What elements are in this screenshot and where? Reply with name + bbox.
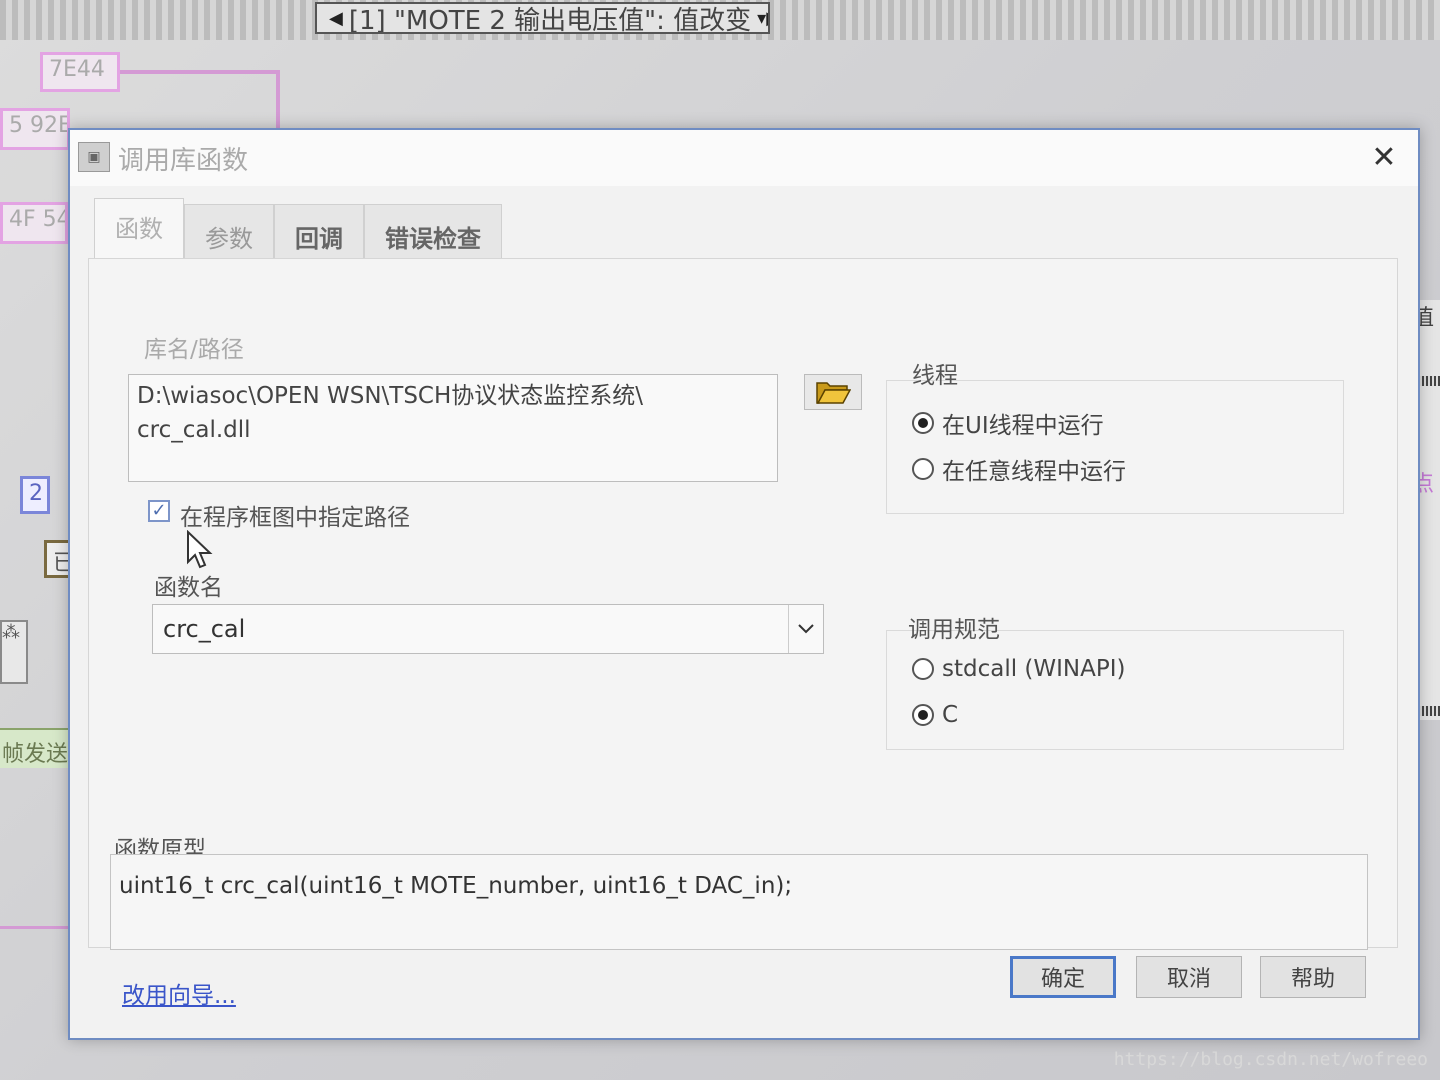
function-name-label: 函数名 (154, 575, 223, 601)
numeric-constant[interactable]: 5 92E (0, 108, 70, 150)
radio-label: 在任意线程中运行 (942, 459, 1126, 485)
tab-callbacks[interactable]: 回调 (274, 204, 364, 260)
tab-error-checking[interactable]: 错误检查 (364, 204, 502, 260)
mouse-pointer-icon (187, 530, 213, 569)
radio-button[interactable] (912, 458, 934, 480)
wire (276, 70, 280, 130)
titlebar: ▣ 调用库函数 ✕ (70, 130, 1418, 186)
close-button[interactable]: ✕ (1366, 140, 1402, 176)
radio-label: stdcall (WINAPI) (942, 656, 1126, 682)
constant-value: 2 (29, 481, 43, 506)
case-selector-label: [1] "MOTE 2 输出电压值": 值改变 (348, 5, 752, 34)
call-library-function-dialog: ▣ 调用库函数 ✕ 函数 参数 回调 错误检查 库名/路径 D:\wiasoc\… (68, 128, 1420, 1040)
calling-convention-group (886, 630, 1344, 750)
radio-label: 在UI线程中运行 (942, 413, 1104, 439)
library-path-line2: crc_cal.dll (137, 417, 251, 443)
dll-app-icon: ▣ (78, 142, 110, 172)
library-path-line1: D:\wiasoc\OPEN WSN\TSCH协议状态监控系统\ (137, 383, 644, 409)
library-path-field[interactable]: D:\wiasoc\OPEN WSN\TSCH协议状态监控系统\ crc_cal… (128, 374, 778, 482)
help-button[interactable]: 帮助 (1260, 956, 1366, 998)
calling-convention-title: 调用规范 (908, 617, 1000, 643)
browse-button[interactable] (804, 374, 862, 410)
chevron-down-icon[interactable] (788, 605, 823, 653)
library-path-label: 库名/路径 (144, 337, 244, 363)
tab-function[interactable]: 函数 (94, 198, 184, 260)
prototype-field: uint16_t crc_cal(uint16_t MOTE_number, u… (110, 854, 1368, 950)
wire (0, 926, 70, 929)
radio-label: C (942, 702, 959, 728)
radio-ui-thread[interactable]: 在UI线程中运行 (912, 406, 1104, 440)
ok-button[interactable]: 确定 (1010, 956, 1116, 998)
thread-group (886, 380, 1344, 514)
radio-button[interactable] (912, 412, 934, 434)
radio-button[interactable] (912, 704, 934, 726)
function-name-value: crc_cal (163, 615, 246, 643)
cancel-button[interactable]: 取消 (1136, 956, 1242, 998)
wire (120, 70, 280, 74)
frame-label-text: 帧发送 (2, 742, 69, 767)
prototype-text: uint16_t crc_cal(uint16_t MOTE_number, u… (119, 873, 793, 899)
tab-parameters[interactable]: 参数 (184, 204, 274, 260)
radio-any-thread[interactable]: 在任意线程中运行 (912, 452, 1126, 486)
dialog-title: 调用库函数 (118, 146, 249, 176)
numeric-constant[interactable]: 7E44 (40, 52, 120, 92)
use-wizard-link[interactable]: 改用向导... (122, 976, 236, 1010)
constant-value: 7E44 (49, 57, 105, 82)
tab-bar: 函数 参数 回调 错误检查 (94, 198, 502, 260)
tab-panel (88, 258, 1398, 948)
constant-value: 5 92E (9, 113, 70, 138)
folder-open-icon (816, 382, 851, 404)
thread-group-title: 线程 (912, 363, 958, 389)
specify-path-checkbox[interactable]: ✓ (148, 500, 170, 522)
radio-c[interactable]: C (912, 702, 958, 728)
case-selector[interactable]: ◀ [1] "MOTE 2 输出电压值": 值改变 ▾▶ (315, 2, 770, 34)
radio-stdcall[interactable]: stdcall (WINAPI) (912, 656, 1126, 682)
specify-path-label: 在程序框图中指定路径 (180, 505, 410, 531)
function-name-combobox[interactable]: crc_cal (152, 604, 824, 654)
watermark: https://blog.csdn.net/wofreeo (1113, 1049, 1428, 1070)
constant-value: 4F 54 (9, 207, 68, 232)
case-dropdown-icon[interactable]: ▾▶ (757, 8, 768, 29)
radio-button[interactable] (912, 658, 934, 680)
function-node-icon[interactable]: ⁂ (0, 620, 28, 684)
numeric-constant[interactable]: 4F 54 (0, 202, 68, 244)
index-constant[interactable]: 2 (20, 476, 50, 514)
case-prev-icon[interactable]: ◀ (329, 8, 343, 29)
